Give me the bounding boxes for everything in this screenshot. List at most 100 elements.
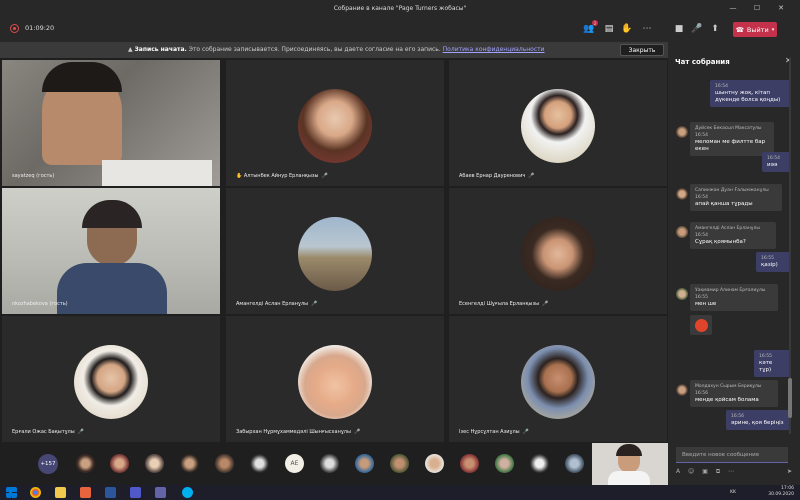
mini-avatar[interactable]: [110, 454, 129, 473]
message-text: Сұрақ қоямынба?: [695, 239, 746, 245]
participant-tile[interactable]: nkozhabekova (гость): [2, 188, 220, 314]
mini-avatar[interactable]: [425, 454, 444, 473]
participant-name: Абаев Ернар Дауренович: [459, 173, 526, 179]
warning-icon: ▲: [128, 46, 133, 53]
participant-tile[interactable]: Ізес Нұрсұлтан Азиұлы 🎤: [449, 316, 667, 442]
window-titlebar: Собрание в канале "Page Turners жобасы": [0, 0, 800, 16]
message-author: Дүйсек Бекасыл Максатұлы: [695, 126, 762, 131]
message-author: Ұақмамир Алинам Ерғалиұлы: [695, 288, 766, 293]
participant-name-row: Забырхан Нұрмұхаммедәлі Шынғысханұлы 🎤: [236, 429, 360, 435]
message-text: қазір): [761, 262, 778, 268]
more-participants-button[interactable]: +157: [38, 454, 58, 474]
phone-icon: ☎: [735, 25, 744, 34]
scrollbar-thumb[interactable]: [788, 378, 792, 418]
message-text: иәә: [767, 162, 778, 168]
gif-icon[interactable]: ▣: [702, 468, 708, 475]
skype-icon[interactable]: [182, 487, 193, 498]
raise-hand-icon[interactable]: ✋: [620, 22, 634, 36]
language-indicator[interactable]: KK: [730, 490, 736, 496]
chat-message: Амангелді Аслан Ерланұлы 16:54 Сұрақ қоя…: [690, 222, 776, 249]
privacy-link[interactable]: Политика конфиденциальности: [443, 46, 545, 53]
participant-name: Есенгелді Шұғыла Ерланқызы: [459, 301, 540, 307]
mini-avatar[interactable]: [495, 454, 514, 473]
chat-icon[interactable]: ▤: [602, 22, 616, 36]
initials-avatar[interactable]: AE: [285, 454, 304, 473]
participant-name: Ерғали Ожас Бақытұлы: [12, 429, 75, 435]
mic-icon[interactable]: 🎤: [690, 22, 704, 36]
chat-panel: Чат собрания ✕ 16:54 шынтну жоқ, кітап д…: [668, 42, 800, 485]
media-icon[interactable]: [80, 487, 91, 498]
format-icon[interactable]: A: [676, 468, 680, 475]
minimize-icon[interactable]: —: [722, 0, 744, 16]
start-icon[interactable]: [6, 487, 17, 498]
chat-message: Ұақмамир Алинам Ерғалиұлы 16:55 мен ше: [690, 284, 778, 311]
close-window-icon[interactable]: ✕: [770, 0, 792, 16]
mini-avatar[interactable]: [390, 454, 409, 473]
system-tray[interactable]: KK 17:06 30.09.2020: [730, 486, 794, 498]
participant-video: [2, 60, 220, 186]
video-grid: sayatzeq (гость) ✋ Алтынбек Айнур Ерланқ…: [0, 58, 668, 442]
participant-tile[interactable]: Амангелді Аслан Ерланұлы 🎤: [226, 188, 444, 314]
participant-tile[interactable]: sayatzeq (гость): [2, 60, 220, 186]
mini-avatar[interactable]: [180, 454, 199, 473]
compose-toolbar: A ☺ ▣ ⧉ ⋯ ➤: [676, 468, 794, 478]
close-notice-button[interactable]: Закрыть: [620, 44, 664, 56]
emoji-icon[interactable]: ☺: [688, 468, 694, 475]
word-icon[interactable]: [105, 487, 116, 498]
chat-message: 16:54 шынтну жоқ, кітап дүкенде болса қо…: [710, 80, 790, 107]
chat-message: 16:56 әрине, қоя беріңіз: [726, 410, 790, 430]
message-time: 16:55: [761, 256, 774, 261]
mini-avatar[interactable]: [250, 454, 269, 473]
meeting-timer: 01:09:20: [25, 24, 55, 32]
avatar: [298, 344, 372, 419]
participant-name-row: Абаев Ернар Дауренович 🎤: [459, 173, 535, 179]
more-icon[interactable]: ⋯: [640, 22, 654, 36]
participant-name: sayatzeq (гость): [12, 173, 55, 179]
teams-icon[interactable]: [130, 487, 141, 498]
mini-avatar[interactable]: [76, 454, 95, 473]
meeting-toolbar: 01:09:20 👥 2 ▤ ✋ ⋯ ■ 🎤 ⬆ ☎ Выйти ▾: [0, 16, 800, 42]
chat-message: Дүйсек Бекасыл Максатұлы 16:54 меломан м…: [690, 122, 774, 156]
teams-meeting-icon[interactable]: [155, 487, 166, 498]
participant-tile[interactable]: Абаев Ернар Дауренович 🎤: [449, 60, 667, 186]
participant-tile[interactable]: ✋ Алтынбек Айнур Ерланқызы 🎤: [226, 60, 444, 186]
participant-name-row: Есенгелді Шұғыла Ерланқызы 🎤: [459, 301, 548, 307]
mini-avatar[interactable]: [565, 454, 584, 473]
message-input[interactable]: Введите новое сообщение: [676, 447, 788, 463]
self-video[interactable]: [592, 443, 668, 485]
chat-title: Чат собрания: [675, 58, 730, 66]
notice-text: Это собрание записывается. Присоединяясь…: [188, 46, 441, 53]
attach-icon[interactable]: ⧉: [716, 468, 720, 475]
chrome-icon[interactable]: [30, 487, 41, 498]
mini-avatar[interactable]: [530, 454, 549, 473]
participants-badge: 2: [592, 20, 598, 26]
leave-label: Выйти: [746, 25, 769, 34]
mini-avatar[interactable]: [145, 454, 164, 473]
chat-scrollbar[interactable]: [787, 58, 793, 434]
maximize-icon[interactable]: ☐: [746, 0, 768, 16]
participant-tile[interactable]: Есенгелді Шұғыла Ерланқызы 🎤: [449, 188, 667, 314]
share-icon[interactable]: ⬆: [708, 22, 722, 36]
explorer-icon[interactable]: [55, 487, 66, 498]
more-options-icon[interactable]: ⋯: [728, 468, 734, 475]
leave-button[interactable]: ☎ Выйти ▾: [733, 22, 777, 37]
participant-tile[interactable]: Ерғали Ожас Бақытұлы 🎤: [2, 316, 220, 442]
mini-avatar[interactable]: [460, 454, 479, 473]
message-time: 16:54: [695, 233, 708, 238]
message-author: Сапинжан Дуан Ғалымжанұлы: [695, 188, 769, 193]
mic-off-icon: 🎤: [77, 429, 84, 435]
message-time: 16:54: [695, 133, 708, 138]
mini-avatar[interactable]: [355, 454, 374, 473]
chat-avatar: [676, 188, 688, 200]
chat-avatar: [676, 126, 688, 138]
notice-bold: Запись начата.: [134, 46, 187, 53]
windows-taskbar: KK 17:06 30.09.2020: [0, 485, 800, 500]
camera-icon[interactable]: ■: [672, 22, 686, 36]
participant-tile[interactable]: Забырхан Нұрмұхаммедәлі Шынғысханұлы 🎤: [226, 316, 444, 442]
participant-name: Ізес Нұрсұлтан Азиұлы: [459, 429, 520, 435]
message-text: әрине, қоя беріңіз: [731, 420, 784, 426]
participants-icon[interactable]: 👥 2: [582, 20, 598, 36]
mini-avatar[interactable]: [215, 454, 234, 473]
mini-avatar[interactable]: [320, 454, 339, 473]
send-icon[interactable]: ➤: [787, 468, 792, 475]
